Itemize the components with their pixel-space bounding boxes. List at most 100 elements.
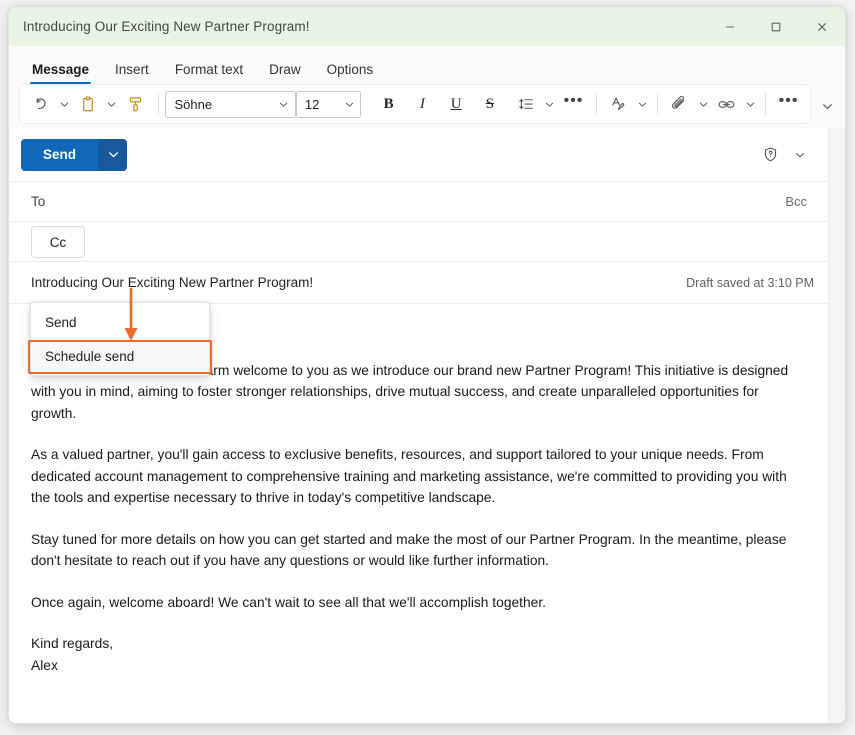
tab-insert[interactable]: Insert [102, 62, 162, 85]
menu-item-schedule-send[interactable]: Schedule send [31, 339, 209, 373]
send-options-menu: Send Schedule send [30, 302, 210, 376]
undo-icon [36, 97, 46, 109]
bcc-toggle[interactable]: Bcc [778, 190, 814, 213]
more-formatting-button[interactable]: ••• [559, 89, 589, 119]
send-row-actions [756, 141, 814, 169]
attach-dropdown[interactable] [696, 89, 711, 119]
subject-row: Introducing Our Exciting New Partner Pro… [9, 262, 828, 304]
sensitivity-button[interactable] [756, 141, 784, 169]
attach-file-button[interactable] [665, 89, 695, 119]
ribbon-toolbar-inner: Söhne 12 B I U S ••• ••• [19, 84, 811, 124]
font-size-select[interactable]: 12 [295, 90, 362, 118]
to-row: To Bcc [9, 182, 828, 222]
bold-label: B [383, 95, 394, 112]
italic-button[interactable]: I [406, 89, 439, 119]
font-size-value: 12 [304, 96, 320, 112]
ribbon-toolbar: Söhne 12 B I U S ••• ••• [9, 84, 845, 128]
minimize-icon [726, 25, 734, 28]
chevron-down-icon [108, 152, 118, 158]
toolbar-overflow-label: ••• [778, 92, 799, 109]
ribbon-tab-bar: Message Insert Format text Draw Options [9, 46, 845, 84]
sensitivity-dropdown[interactable] [786, 141, 814, 169]
cc-row: Cc Cc [9, 222, 828, 262]
bold-button[interactable]: B [372, 89, 405, 119]
compose-email-window: Introducing Our Exciting New Partner Pro… [8, 6, 846, 724]
close-button[interactable] [799, 7, 845, 46]
chevron-down-icon [108, 102, 116, 107]
more-formatting-label: ••• [563, 92, 584, 109]
font-size-caret [340, 100, 358, 109]
draft-saved-status: Draft saved at 3:10 PM [686, 275, 814, 290]
body-signature-name: Alex [31, 657, 58, 673]
strikethrough-button[interactable]: S [474, 89, 507, 119]
line-spacing-dropdown[interactable] [542, 89, 557, 119]
paste-icon [82, 95, 93, 111]
line-spacing-icon [519, 98, 533, 109]
toolbar-separator-2 [595, 93, 597, 115]
paste-button[interactable] [73, 89, 103, 119]
chevron-down-icon [699, 102, 707, 107]
insert-link-dropdown[interactable] [743, 89, 758, 119]
body-paragraph-4: Once again, welcome aboard! We can't wai… [31, 594, 547, 610]
tab-options[interactable]: Options [314, 62, 387, 85]
toolbar-separator [157, 93, 159, 115]
chevron-down-icon [345, 102, 353, 107]
cc-input[interactable] [65, 222, 814, 261]
menu-item-send[interactable]: Send [31, 305, 209, 339]
compose-right-gutter [829, 128, 845, 723]
window-controls [707, 7, 845, 46]
chevron-down-icon [280, 102, 288, 107]
toolbar-separator-4 [765, 93, 767, 115]
insert-link-button[interactable] [712, 89, 742, 119]
compose-pane: Send To Bcc Cc Introducing Our Exciting … [9, 128, 829, 723]
font-family-value: Söhne [174, 96, 213, 112]
tab-message[interactable]: Message [19, 62, 102, 85]
body-paragraph-2: As a valued partner, you'll gain access … [31, 447, 787, 505]
minimize-button[interactable] [707, 7, 753, 46]
strikethrough-label: S [485, 95, 495, 112]
to-input[interactable] [65, 182, 779, 221]
paste-dropdown[interactable] [104, 89, 119, 119]
subject-input[interactable]: Introducing Our Exciting New Partner Pro… [31, 275, 686, 290]
link-icon [719, 100, 735, 108]
send-options-button[interactable] [99, 138, 127, 171]
dictate-icon [612, 97, 625, 110]
attach-icon [672, 95, 685, 109]
maximize-button[interactable] [753, 7, 799, 46]
font-family-select[interactable]: Söhne [165, 90, 296, 118]
body-signoff: Kind regards, [31, 636, 114, 651]
tab-draw[interactable]: Draw [256, 62, 314, 85]
shield-question-icon [764, 147, 776, 162]
body-signoff-block: Kind regards, Alex [31, 633, 798, 676]
body-paragraph-3: Stay tuned for more details on how you c… [31, 531, 787, 569]
close-icon [817, 22, 827, 31]
toolbar-separator-3 [656, 93, 658, 115]
underline-label: U [450, 95, 462, 112]
underline-button[interactable]: U [440, 89, 473, 119]
format-painter-icon [129, 96, 142, 111]
tab-format-text[interactable]: Format text [162, 62, 256, 85]
chevron-down-icon [746, 102, 755, 107]
send-split-button[interactable]: Send [21, 138, 127, 171]
send-row: Send [9, 128, 828, 182]
chevron-down-icon [546, 102, 554, 107]
compose-area: Send To Bcc Cc Introducing Our Exciting … [9, 128, 845, 723]
chevron-down-icon [60, 102, 69, 107]
font-family-caret [275, 100, 293, 109]
send-button[interactable]: Send [21, 138, 99, 171]
window-title-bar: Introducing Our Exciting New Partner Pro… [9, 7, 845, 46]
line-spacing-button[interactable] [511, 89, 541, 119]
maximize-icon [771, 22, 781, 31]
cc-label[interactable]: Cc [31, 226, 85, 258]
chevron-down-icon [795, 152, 805, 158]
expand-ribbon-button[interactable] [815, 94, 839, 118]
to-label: To [31, 194, 46, 209]
undo-dropdown[interactable] [57, 89, 72, 119]
format-painter-button[interactable] [121, 89, 151, 119]
dictate-dropdown[interactable] [634, 89, 649, 119]
dictate-button[interactable] [603, 89, 633, 119]
chevron-down-icon [638, 102, 646, 107]
window-title: Introducing Our Exciting New Partner Pro… [23, 19, 310, 34]
undo-button[interactable] [26, 89, 56, 119]
toolbar-overflow-button[interactable]: ••• [773, 89, 804, 119]
